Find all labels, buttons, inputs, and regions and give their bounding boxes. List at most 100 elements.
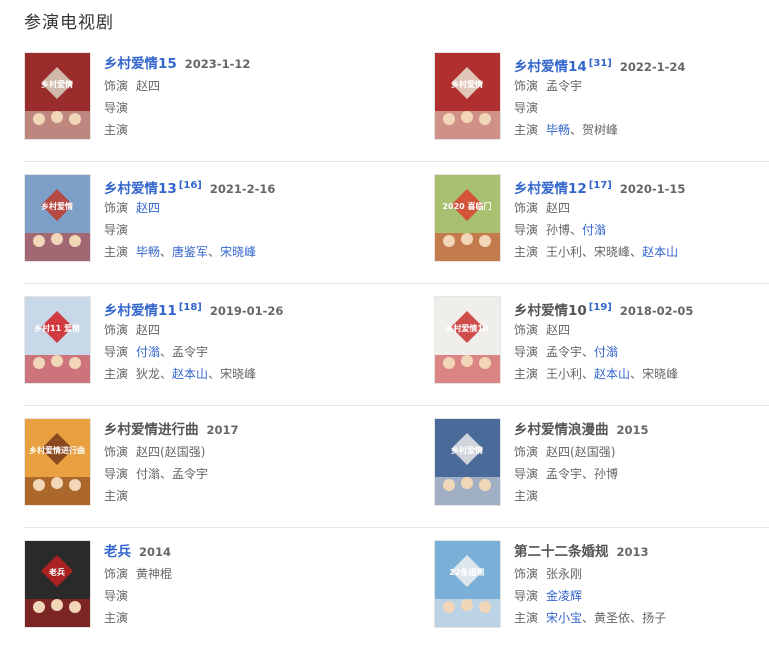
director-person: 孙博 bbox=[594, 467, 619, 481]
role-label: 饰演 bbox=[104, 201, 129, 215]
drama-poster[interactable]: 老兵 bbox=[24, 540, 91, 628]
poster-title-art: 乡村爱情 bbox=[41, 201, 73, 211]
release-date: 2015 bbox=[616, 423, 649, 437]
drama-title-link[interactable]: 乡村爱情进行曲 bbox=[104, 422, 199, 438]
cast-line: 主演 bbox=[104, 487, 354, 506]
cast-person[interactable]: 赵本山 bbox=[642, 245, 678, 259]
role-person[interactable]: 赵四 bbox=[136, 201, 160, 215]
drama-card: 22条婚规 第二十二条婚规 2013 饰演 张永刚 导演 金凌辉 主演 宋小宝、黄圣依、扬子 bbox=[434, 528, 764, 649]
director-label: 导演 bbox=[514, 467, 539, 481]
director-person: 付滃 bbox=[136, 467, 161, 481]
role-line: 饰演 张永刚 bbox=[514, 565, 764, 584]
drama-title-link[interactable]: 乡村爱情14 bbox=[514, 59, 587, 75]
drama-info: 乡村爱情10 [19] 2018-02-05 饰演 赵四 导演 孟令宇、付滃 主演 王小利、赵本… bbox=[514, 298, 764, 384]
drama-title-link[interactable]: 乡村爱情10 bbox=[514, 303, 587, 319]
citation-ref[interactable]: [17] bbox=[589, 180, 612, 191]
drama-poster[interactable]: 22条婚规 bbox=[434, 540, 501, 628]
drama-title-link[interactable]: 乡村爱情15 bbox=[104, 56, 177, 72]
citation-ref[interactable]: [18] bbox=[179, 302, 202, 313]
drama-title-link[interactable]: 乡村爱情12 bbox=[514, 181, 587, 197]
cast-person[interactable]: 赵本山 bbox=[172, 367, 208, 381]
role-line: 饰演 赵四 bbox=[104, 77, 354, 96]
title-line: 乡村爱情12 [17] 2020-1-15 bbox=[514, 176, 764, 197]
name-separator: 、 bbox=[630, 245, 643, 259]
drama-poster[interactable]: 乡村11 爱情 bbox=[24, 296, 91, 384]
citation-ref[interactable]: [31] bbox=[589, 58, 612, 69]
citation-ref[interactable]: [16] bbox=[179, 180, 202, 191]
drama-info: 第二十二条婚规 2013 饰演 张永刚 导演 金凌辉 主演 宋小宝、黄圣依、扬子 bbox=[514, 542, 764, 628]
drama-title-link[interactable]: 老兵 bbox=[104, 544, 131, 560]
cast-label: 主演 bbox=[104, 489, 129, 503]
cast-person[interactable]: 赵本山 bbox=[594, 367, 630, 381]
cast-label: 主演 bbox=[514, 489, 539, 503]
drama-title-link[interactable]: 第二十二条婚规 bbox=[514, 544, 609, 560]
director-person[interactable]: 付滃 bbox=[582, 223, 606, 237]
drama-title-link[interactable]: 乡村爱情13 bbox=[104, 181, 177, 197]
name-separator: 、 bbox=[208, 367, 221, 381]
cast-person: 王小利 bbox=[546, 245, 583, 259]
director-person[interactable]: 金凌辉 bbox=[546, 589, 582, 603]
drama-row: 老兵 老兵 2014 饰演 黄神棍 导演 主演 22条婚规 第二十二条婚规 2013 饰演 张永刚 导演… bbox=[24, 528, 769, 649]
role-label: 饰演 bbox=[104, 567, 129, 581]
poster-title-art: 乡村爱情 bbox=[451, 445, 483, 455]
poster-title-art: 老兵 bbox=[48, 567, 65, 577]
name-separator: 、 bbox=[160, 367, 173, 381]
cast-line: 主演 王小利、宋晓峰、赵本山 bbox=[514, 243, 764, 262]
title-line: 乡村爱情浪漫曲 2015 bbox=[514, 420, 764, 440]
director-line: 导演 孟令宇、付滃 bbox=[514, 343, 764, 362]
drama-card: 2020 喜临门 乡村爱情12 [17] 2020-1-15 饰演 赵四 导演 孙博、付滃 主演… bbox=[434, 162, 764, 283]
cast-person[interactable]: 宋小宝 bbox=[546, 611, 582, 625]
role-label: 饰演 bbox=[104, 79, 129, 93]
drama-poster[interactable]: 乡村爱情 bbox=[24, 174, 91, 262]
director-person: 孟令宇 bbox=[546, 467, 583, 481]
cast-label: 主演 bbox=[104, 123, 129, 137]
director-line: 导演 bbox=[104, 99, 354, 118]
release-date: 2013 bbox=[616, 545, 649, 559]
name-separator: 、 bbox=[570, 123, 583, 137]
drama-poster[interactable]: 2020 喜临门 bbox=[434, 174, 501, 262]
cast-person: 狄龙 bbox=[136, 367, 161, 381]
name-separator: 、 bbox=[630, 611, 643, 625]
poster-title-art: 乡村爱情 bbox=[41, 79, 73, 89]
poster-title-art: 乡村爱情进行曲 bbox=[29, 445, 85, 455]
director-label: 导演 bbox=[514, 589, 539, 603]
role-line: 饰演 赵四(赵国强) bbox=[514, 443, 764, 462]
drama-title-link[interactable]: 乡村爱情浪漫曲 bbox=[514, 422, 609, 438]
release-date: 2020-1-15 bbox=[619, 182, 686, 196]
release-date: 2022-1-24 bbox=[619, 60, 686, 74]
cast-person[interactable]: 毕畅 bbox=[546, 123, 570, 137]
drama-card: 乡村爱情10 乡村爱情10 [19] 2018-02-05 饰演 赵四 导演 孟令宇、付滃 主演… bbox=[434, 284, 764, 405]
title-line: 乡村爱情11 [18] 2019-01-26 bbox=[104, 298, 354, 319]
cast-line: 主演 bbox=[104, 609, 354, 628]
role-label: 饰演 bbox=[514, 323, 539, 337]
drama-info: 乡村爱情15 2023-1-12 饰演 赵四 导演 主演 bbox=[104, 54, 354, 140]
cast-person: 王小利 bbox=[546, 367, 583, 381]
director-person[interactable]: 付滃 bbox=[594, 345, 618, 359]
drama-poster[interactable]: 乡村爱情 bbox=[434, 418, 501, 506]
drama-poster[interactable]: 乡村爱情 bbox=[24, 52, 91, 140]
drama-info: 乡村爱情14 [31] 2022-1-24 饰演 孟令宇 导演 主演 毕畅、贺树峰 bbox=[514, 54, 764, 140]
director-person[interactable]: 付滃 bbox=[136, 345, 160, 359]
cast-label: 主演 bbox=[104, 367, 129, 381]
drama-poster[interactable]: 乡村爱情10 bbox=[434, 296, 501, 384]
cast-person[interactable]: 毕畅 bbox=[136, 245, 160, 259]
drama-poster[interactable]: 乡村爱情进行曲 bbox=[24, 418, 91, 506]
cast-label: 主演 bbox=[514, 611, 539, 625]
name-separator: 、 bbox=[160, 245, 173, 259]
poster-title-art: 乡村爱情10 bbox=[445, 323, 489, 333]
cast-line: 主演 毕畅、贺树峰 bbox=[514, 121, 764, 140]
citation-ref[interactable]: [19] bbox=[589, 302, 612, 313]
role-label: 饰演 bbox=[104, 323, 129, 337]
name-separator: 、 bbox=[582, 245, 595, 259]
section-title: 参演电视剧 bbox=[24, 13, 114, 33]
drama-poster[interactable]: 乡村爱情 bbox=[434, 52, 501, 140]
cast-person[interactable]: 唐鉴军 bbox=[172, 245, 208, 259]
drama-card: 乡村爱情进行曲 乡村爱情进行曲 2017 饰演 赵四(赵国强) 导演 付滃、孟令宇 主演 bbox=[24, 406, 354, 527]
name-separator: 、 bbox=[582, 345, 595, 359]
drama-info: 乡村爱情进行曲 2017 饰演 赵四(赵国强) 导演 付滃、孟令宇 主演 bbox=[104, 420, 354, 506]
drama-title-link[interactable]: 乡村爱情11 bbox=[104, 303, 177, 319]
director-label: 导演 bbox=[104, 467, 129, 481]
cast-person[interactable]: 宋晓峰 bbox=[220, 245, 256, 259]
role-person: 赵四(赵国强) bbox=[136, 445, 206, 459]
cast-person: 扬子 bbox=[642, 611, 667, 625]
